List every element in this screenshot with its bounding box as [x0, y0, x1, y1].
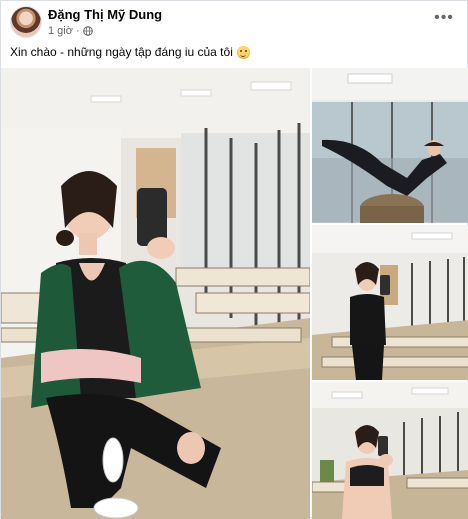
photo-4-image — [312, 382, 468, 519]
post-header: Đặng Thị Mỹ Dung 1 giờ · ••• — [1, 1, 468, 41]
author-name[interactable]: Đặng Thị Mỹ Dung — [48, 7, 162, 22]
post-caption: Xin chào - những ngày tập đáng iu của tô… — [10, 45, 250, 59]
post-photo-2[interactable] — [312, 68, 468, 223]
post-photo-4[interactable] — [312, 382, 468, 519]
photo-3-image — [312, 225, 468, 380]
globe-icon[interactable] — [82, 26, 93, 36]
more-options-icon: ••• — [434, 9, 454, 26]
photo-2-image — [312, 68, 468, 223]
post-photo-3[interactable] — [312, 225, 468, 380]
photo-main-image — [1, 68, 310, 519]
avatar[interactable] — [10, 6, 42, 38]
caption-text: Xin chào - những ngày tập đáng iu của tô… — [10, 45, 233, 59]
smiling-face-icon — [236, 45, 250, 59]
post-meta: 1 giờ · — [48, 25, 93, 37]
post-photo-main[interactable] — [1, 68, 310, 519]
meta-separator: · — [75, 25, 80, 37]
more-options-button[interactable]: ••• — [433, 9, 455, 27]
facebook-post: Đặng Thị Mỹ Dung 1 giờ · ••• Xin chào - … — [0, 0, 468, 519]
post-time[interactable]: 1 giờ — [48, 25, 73, 37]
